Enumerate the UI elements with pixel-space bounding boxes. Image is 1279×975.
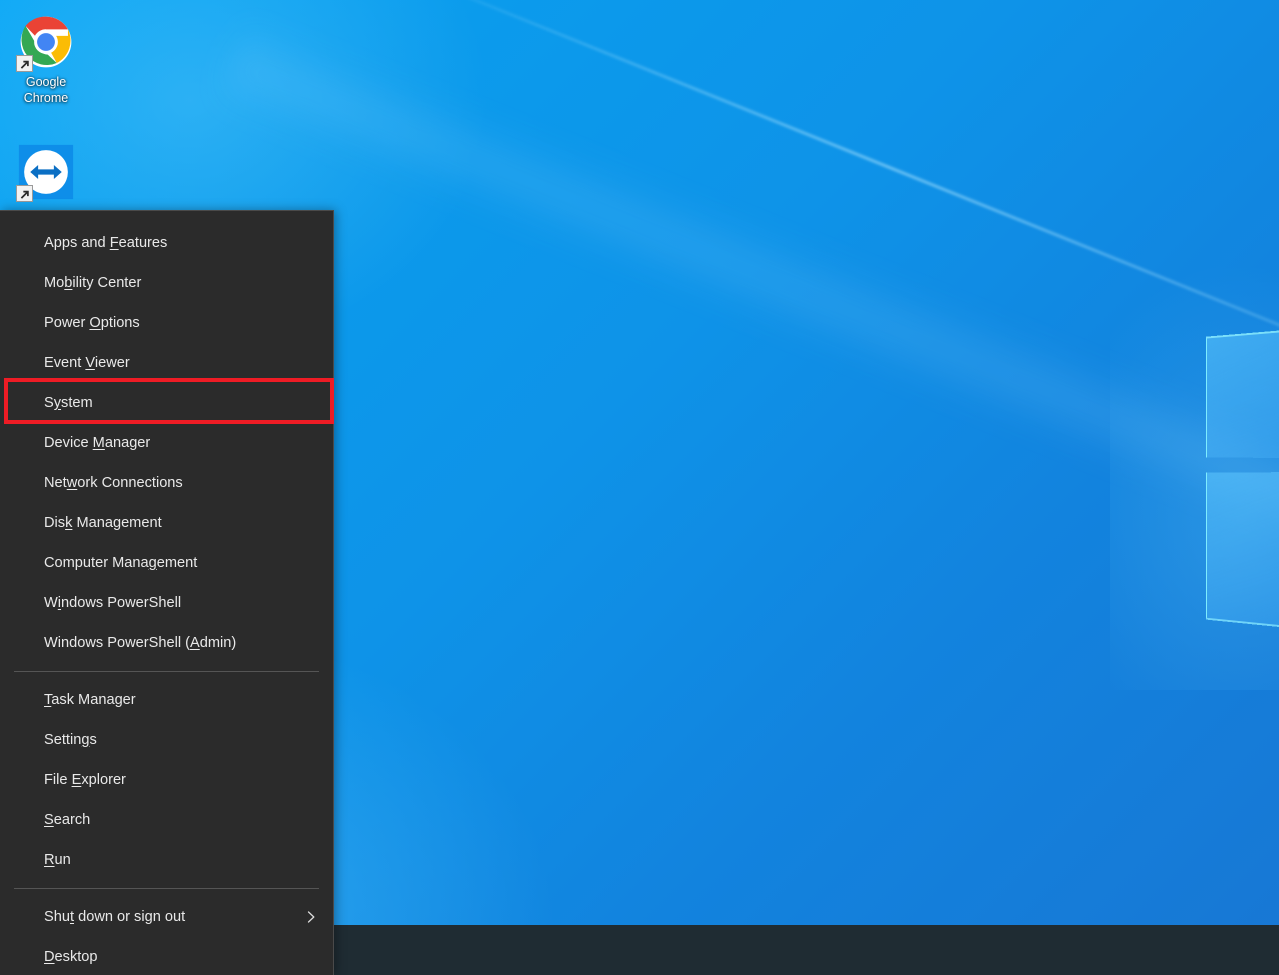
menu-item-desktop[interactable]: Desktop (0, 937, 333, 975)
menu-item-label: Windows PowerShell (Admin) (44, 635, 237, 651)
menu-item-disk-management[interactable]: Disk Management (0, 503, 333, 543)
shortcut-arrow-icon (16, 55, 33, 72)
menu-item-device-manager[interactable]: Device Manager (0, 423, 333, 463)
menu-item-label: Disk Management (44, 515, 162, 531)
menu-item-run[interactable]: Run (0, 840, 333, 880)
menu-separator (14, 888, 319, 889)
menu-item-settings[interactable]: Settings (0, 720, 333, 760)
menu-item-label: Apps and Features (44, 235, 168, 251)
menu-item-power-options[interactable]: Power Options (0, 303, 333, 343)
menu-item-apps-and-features[interactable]: Apps and Features (0, 223, 333, 263)
menu-item-label: Task Manager (44, 692, 136, 708)
teamviewer-icon (16, 144, 74, 202)
menu-item-label: Run (44, 852, 71, 868)
menu-item-label: Desktop (44, 949, 98, 965)
windows-logo-pane-bottom (1206, 471, 1279, 643)
menu-item-windows-powershell-admin[interactable]: Windows PowerShell (Admin) (0, 623, 333, 663)
menu-item-label: Network Connections (44, 475, 183, 491)
menu-item-label: Computer Management (44, 555, 198, 571)
windows-logo-watermark (1110, 260, 1279, 900)
shortcut-arrow-icon (16, 185, 33, 202)
menu-item-label: Mobility Center (44, 275, 142, 291)
menu-item-label: Shut down or sign out (44, 909, 186, 925)
menu-item-computer-management[interactable]: Computer Management (0, 543, 333, 583)
desktop-icon-label-2: Chrome (23, 91, 69, 105)
menu-item-task-manager[interactable]: Task Manager (0, 680, 333, 720)
menu-item-system[interactable]: System (0, 383, 333, 423)
chevron-right-icon (305, 911, 317, 923)
menu-item-label: Windows PowerShell (44, 595, 182, 611)
windows-logo-pane-top (1206, 317, 1279, 459)
menu-item-label: Search (44, 812, 91, 828)
menu-item-file-explorer[interactable]: File Explorer (0, 760, 333, 800)
desktop-icon-label: Google (25, 75, 67, 89)
menu-separator (14, 671, 319, 672)
menu-item-label: System (44, 395, 93, 411)
menu-item-shut-down-or-sign-out[interactable]: Shut down or sign out (0, 897, 333, 937)
menu-item-label: File Explorer (44, 772, 126, 788)
winx-power-user-menu[interactable]: Apps and Features Mobility Center Power … (0, 210, 334, 975)
desktop-icon-teamviewer[interactable] (0, 144, 92, 204)
chrome-icon (16, 14, 74, 72)
menu-item-event-viewer[interactable]: Event Viewer (0, 343, 333, 383)
menu-item-label: Power Options (44, 315, 140, 331)
menu-item-label: Settings (44, 732, 97, 748)
menu-item-mobility-center[interactable]: Mobility Center (0, 263, 333, 303)
menu-item-label: Event Viewer (44, 355, 130, 371)
menu-item-network-connections[interactable]: Network Connections (0, 463, 333, 503)
menu-item-label: Device Manager (44, 435, 151, 451)
menu-item-windows-powershell[interactable]: Windows PowerShell (0, 583, 333, 623)
desktop-icon-google-chrome[interactable]: Google Chrome (0, 14, 92, 106)
menu-item-search[interactable]: Search (0, 800, 333, 840)
